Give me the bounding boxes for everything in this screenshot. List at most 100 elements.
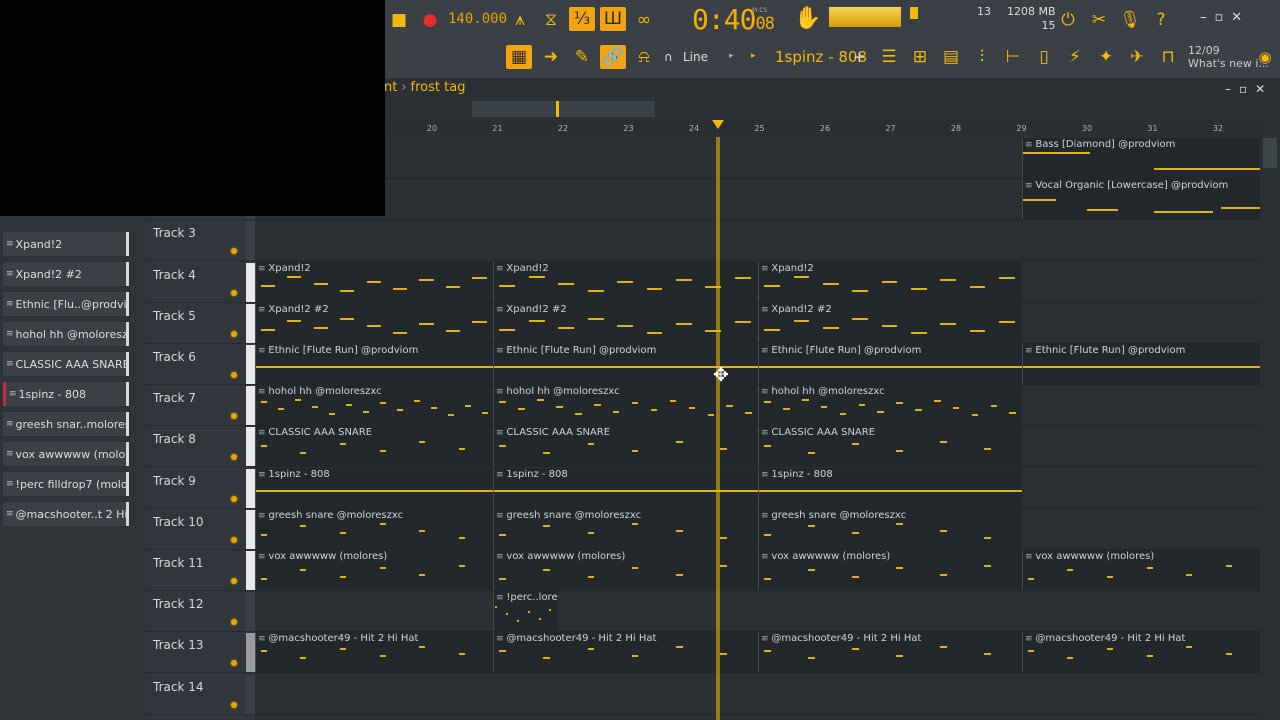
track-header[interactable]: Track 3 xyxy=(145,220,255,262)
vertical-scroll-thumb[interactable] xyxy=(1263,138,1277,168)
track-color-strip[interactable] xyxy=(246,427,255,467)
track-led-icon[interactable] xyxy=(231,701,237,708)
track-lane[interactable]: @macshooter49 - Hit 2 Hi Hat @macshooter4… xyxy=(255,632,1260,674)
track-lane[interactable]: Vocal Organic [Lowercase] @prodviom xyxy=(255,179,1260,221)
track-lane[interactable]: 1spinz - 808 1spinz - 808 1spinz - 808 xyxy=(255,467,1260,509)
pattern-clip[interactable]: Xpand!2 xyxy=(255,261,493,302)
pattern-clip[interactable]: vox awwwww (molores) xyxy=(1022,550,1260,590)
pattern-clip[interactable]: vox awwwww (molores) xyxy=(255,550,493,590)
picker-item[interactable]: ≡ hohol hh @moloreszxc xyxy=(3,322,129,346)
track-color-strip[interactable] xyxy=(246,468,255,508)
track-header[interactable]: Track 10 xyxy=(145,509,255,550)
pattern-clip[interactable]: CLASSIC AAA SNARE xyxy=(758,426,1022,467)
stop-icon[interactable]: ■ xyxy=(386,8,412,32)
pattern-clip[interactable]: greesh snare @moloreszxc xyxy=(758,508,1022,549)
picker-item[interactable]: ≡@macshooter..t 2 Hi Hat xyxy=(3,502,129,526)
microphone-icon[interactable]: 🎙 xyxy=(1117,8,1143,32)
track-led-icon[interactable] xyxy=(231,289,237,296)
pattern-clip[interactable]: Xpand!2 #2 xyxy=(758,302,1022,343)
tools-icon[interactable]: ✂ xyxy=(1086,8,1112,32)
playlist-icon[interactable]: ☰ xyxy=(876,45,902,69)
marketplace-icon[interactable]: ✈ xyxy=(1124,45,1150,69)
track-header[interactable]: Track 14 xyxy=(145,674,255,715)
picker-item[interactable]: ≡ 1spinz - 808 xyxy=(3,382,129,406)
pattern-clip[interactable]: 1spinz - 808 xyxy=(255,467,493,508)
track-header[interactable]: Track 8 xyxy=(145,426,255,468)
pattern-clip[interactable]: hohol hh @moloreszxc xyxy=(758,385,1022,426)
track-lane[interactable] xyxy=(255,220,1260,262)
pattern-clip[interactable]: Xpand!2 #2 xyxy=(255,302,493,343)
pattern-clip[interactable]: Ethnic [Flute Run] @prodviom xyxy=(1022,344,1260,384)
track-led-icon[interactable] xyxy=(231,454,237,461)
track-lane[interactable] xyxy=(255,674,1260,715)
piano-roll-window-icon[interactable]: ▤ xyxy=(938,45,964,69)
cart-icon[interactable]: ⊓ xyxy=(1155,45,1181,69)
pattern-clip[interactable]: !perc..lores) xyxy=(493,591,558,632)
pattern-clip[interactable]: Xpand!2 xyxy=(758,261,1022,302)
arrow-icon[interactable]: ➜ xyxy=(538,45,564,69)
pattern-clip[interactable]: hohol hh @moloreszxc xyxy=(255,385,493,426)
pattern-clip[interactable]: CLASSIC AAA SNARE xyxy=(255,426,493,467)
file-icon[interactable]: ▯ xyxy=(1031,45,1057,69)
track-color-strip[interactable] xyxy=(246,303,255,343)
pattern-clip[interactable]: Bass [Diamond] @prodviom xyxy=(1022,138,1260,178)
pattern-clip[interactable]: greesh snare @moloreszxc xyxy=(255,508,493,549)
picker-item[interactable]: ≡vox awwwww (molores) xyxy=(3,442,129,466)
picker-item[interactable]: ≡ Xpand!2 #2 xyxy=(3,262,129,286)
undo-history-icon[interactable]: ⏻ xyxy=(1055,8,1081,32)
track-lane[interactable]: Xpand!2 #2 Xpand!2 #2 Xpand!2 #2 xyxy=(255,302,1260,344)
pattern-clip[interactable]: @macshooter49 - Hit 2 Hi Hat xyxy=(255,632,493,673)
wait-input-icon[interactable]: ⧖ xyxy=(538,8,564,32)
playhead-marker[interactable] xyxy=(712,120,724,129)
track-color-strip[interactable] xyxy=(246,551,255,590)
snap-mode-select[interactable]: Line xyxy=(683,50,708,64)
pattern-clip[interactable]: Ethnic [Flute Run] @prodviom xyxy=(255,344,493,384)
mixer-icon[interactable]: ⫶ xyxy=(969,45,995,69)
channel-rack-icon[interactable]: ⊞ xyxy=(907,45,933,69)
time-format-label[interactable]: M:CS xyxy=(752,7,767,14)
pattern-clip[interactable]: @macshooter49 - Hit 2 Hi Hat xyxy=(1022,632,1260,673)
playlist-vertical-scrollbar[interactable] xyxy=(1261,119,1280,720)
track-lane[interactable]: !perc..lores) xyxy=(255,591,1260,633)
picker-item[interactable]: ≡!perc filldrop7 (molores) xyxy=(3,472,129,496)
track-led-icon[interactable] xyxy=(231,660,237,667)
picker-item[interactable]: ≡Ethnic [Flu..@prodviom xyxy=(3,292,129,316)
track-color-strip[interactable] xyxy=(246,262,255,302)
bell-icon[interactable]: ⍾ xyxy=(631,45,657,69)
track-led-icon[interactable] xyxy=(231,578,237,584)
track-header[interactable]: Track 9 xyxy=(145,468,255,509)
playlist-window-controls[interactable]: –▫✕ xyxy=(1225,82,1273,96)
track-lane[interactable]: Ethnic [Flute Run] @prodviom Ethnic [Flut… xyxy=(255,344,1260,385)
help-icon[interactable]: ? xyxy=(1148,8,1174,32)
picker-item[interactable]: ≡greesh snar..moloreszxc xyxy=(3,412,129,436)
countdown-icon[interactable]: ⅓ xyxy=(569,7,595,31)
magnet-icon[interactable]: ∩ xyxy=(664,50,673,64)
track-led-icon[interactable] xyxy=(231,536,237,543)
track-color-strip[interactable] xyxy=(246,592,255,632)
track-header[interactable]: Track 6 xyxy=(145,344,255,385)
add-pattern-button[interactable]: + xyxy=(853,48,866,66)
window-controls[interactable]: –▫✕ xyxy=(1200,10,1250,25)
playlist-lanes[interactable]: Bass [Diamond] @prodviom Vocal Organic [L… xyxy=(255,138,1260,720)
track-lane[interactable]: hohol hh @moloreszxc hohol hh @moloreszxc… xyxy=(255,385,1260,427)
pattern-clip[interactable]: Ethnic [Flute Run] @prodviom xyxy=(758,344,1022,384)
track-header[interactable]: Track 12 xyxy=(145,591,255,633)
picker-item[interactable]: ≡ Xpand!2 xyxy=(3,232,129,256)
snap-dropdown-arrow-icon[interactable]: ▸ xyxy=(729,51,734,61)
pattern-play-icon[interactable]: ▸ xyxy=(751,51,756,61)
plugin-icon[interactable]: ⚡ xyxy=(1062,45,1088,69)
track-color-strip[interactable] xyxy=(246,509,255,549)
track-color-strip[interactable] xyxy=(246,221,255,261)
scroll-position-marker[interactable] xyxy=(556,101,559,117)
metronome-icon[interactable]: ⩚ xyxy=(507,8,533,32)
track-lane[interactable]: greesh snare @moloreszxc greesh snare @mo… xyxy=(255,508,1260,550)
track-color-strip[interactable] xyxy=(246,674,255,714)
track-led-icon[interactable] xyxy=(231,248,237,255)
hand-icon[interactable]: ✋ xyxy=(794,6,821,31)
track-lane[interactable]: vox awwwww (molores) vox awwwww (molores)… xyxy=(255,550,1260,591)
pencil-icon[interactable]: ✎ xyxy=(569,45,595,69)
track-header[interactable]: Track 4 xyxy=(145,262,255,303)
track-header[interactable]: Track 11 xyxy=(145,550,255,591)
track-header[interactable]: Track 5 xyxy=(145,303,255,344)
track-color-strip[interactable] xyxy=(246,345,255,384)
